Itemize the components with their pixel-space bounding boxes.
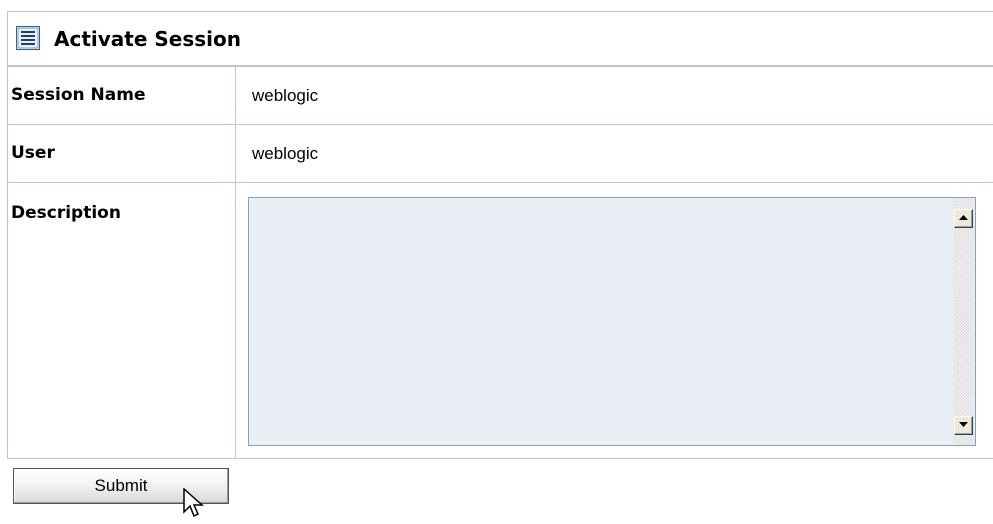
description-input[interactable] <box>249 198 953 445</box>
user-label: User <box>11 143 55 163</box>
panel-header: Activate Session <box>8 12 993 67</box>
scroll-up-button[interactable] <box>954 209 973 228</box>
session-name-label: Session Name <box>11 85 146 105</box>
label-cell: User <box>8 125 236 182</box>
form-row-user: User weblogic <box>8 125 993 183</box>
scroll-down-button[interactable] <box>954 416 973 435</box>
activate-session-panel: Activate Session Session Name weblogic U… <box>7 11 993 459</box>
list-document-icon <box>16 26 40 50</box>
form-row-session-name: Session Name weblogic <box>8 67 993 125</box>
session-name-value: weblogic <box>252 86 319 105</box>
label-cell: Description <box>8 183 236 459</box>
panel-title: Activate Session <box>54 27 241 51</box>
user-value: weblogic <box>252 144 319 163</box>
description-scrollbar[interactable] <box>953 198 975 445</box>
arrow-down-icon <box>959 422 968 427</box>
form-row-description: Description <box>8 183 993 459</box>
submit-button[interactable]: Submit <box>13 468 229 504</box>
arrow-up-icon <box>959 215 968 220</box>
label-cell: Session Name <box>8 67 236 124</box>
description-label: Description <box>11 203 121 223</box>
description-textarea-container <box>248 197 976 446</box>
